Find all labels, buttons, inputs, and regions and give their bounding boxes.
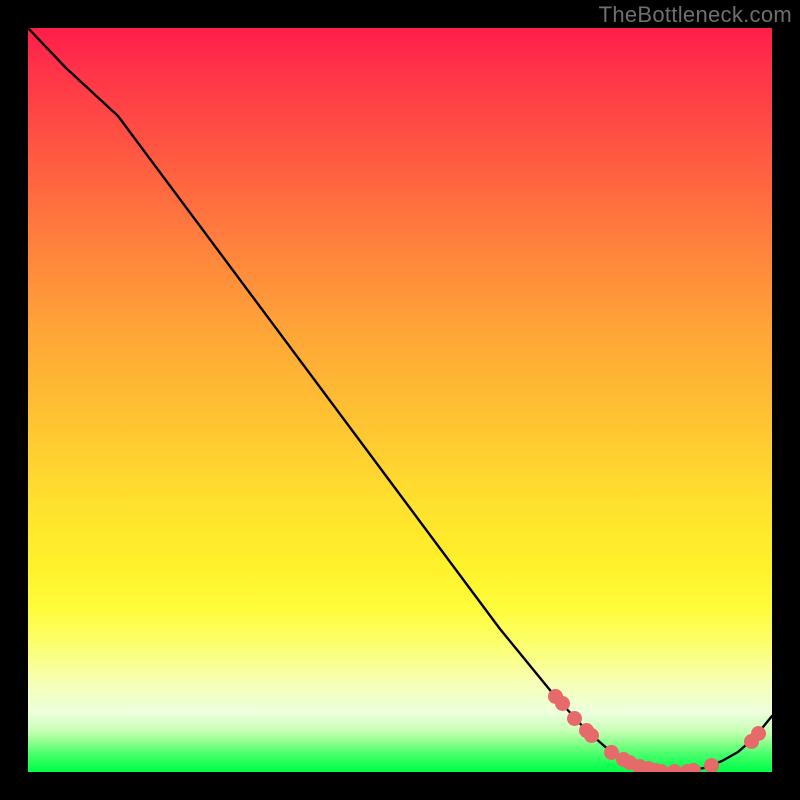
highlight-marker [584, 728, 599, 743]
highlight-marker [686, 763, 701, 773]
highlight-marker [567, 711, 582, 726]
highlight-marker [704, 758, 719, 773]
highlight-markers-layer [28, 28, 772, 772]
highlight-marker [751, 726, 766, 741]
highlight-marker [555, 696, 570, 711]
plot-area [28, 28, 772, 772]
watermark-text: TheBottleneck.com [599, 2, 792, 28]
chart-outer-frame: TheBottleneck.com [0, 0, 800, 800]
